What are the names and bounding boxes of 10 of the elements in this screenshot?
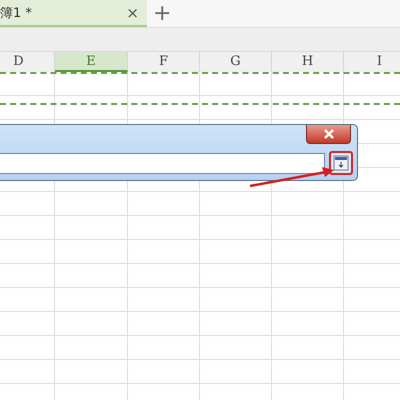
collapse-icon (333, 155, 349, 171)
close-button[interactable] (306, 125, 351, 144)
reference-input-field[interactable] (0, 152, 325, 174)
close-icon (322, 129, 334, 139)
column-header[interactable]: E (55, 52, 128, 72)
new-tab-button[interactable]: + (153, 2, 172, 24)
close-tab-button[interactable]: × (126, 4, 139, 22)
collapse-dialog-button[interactable] (329, 151, 353, 175)
tab-title: 簿1 * (0, 4, 32, 22)
document-tab[interactable]: 簿1 * × (0, 0, 147, 27)
